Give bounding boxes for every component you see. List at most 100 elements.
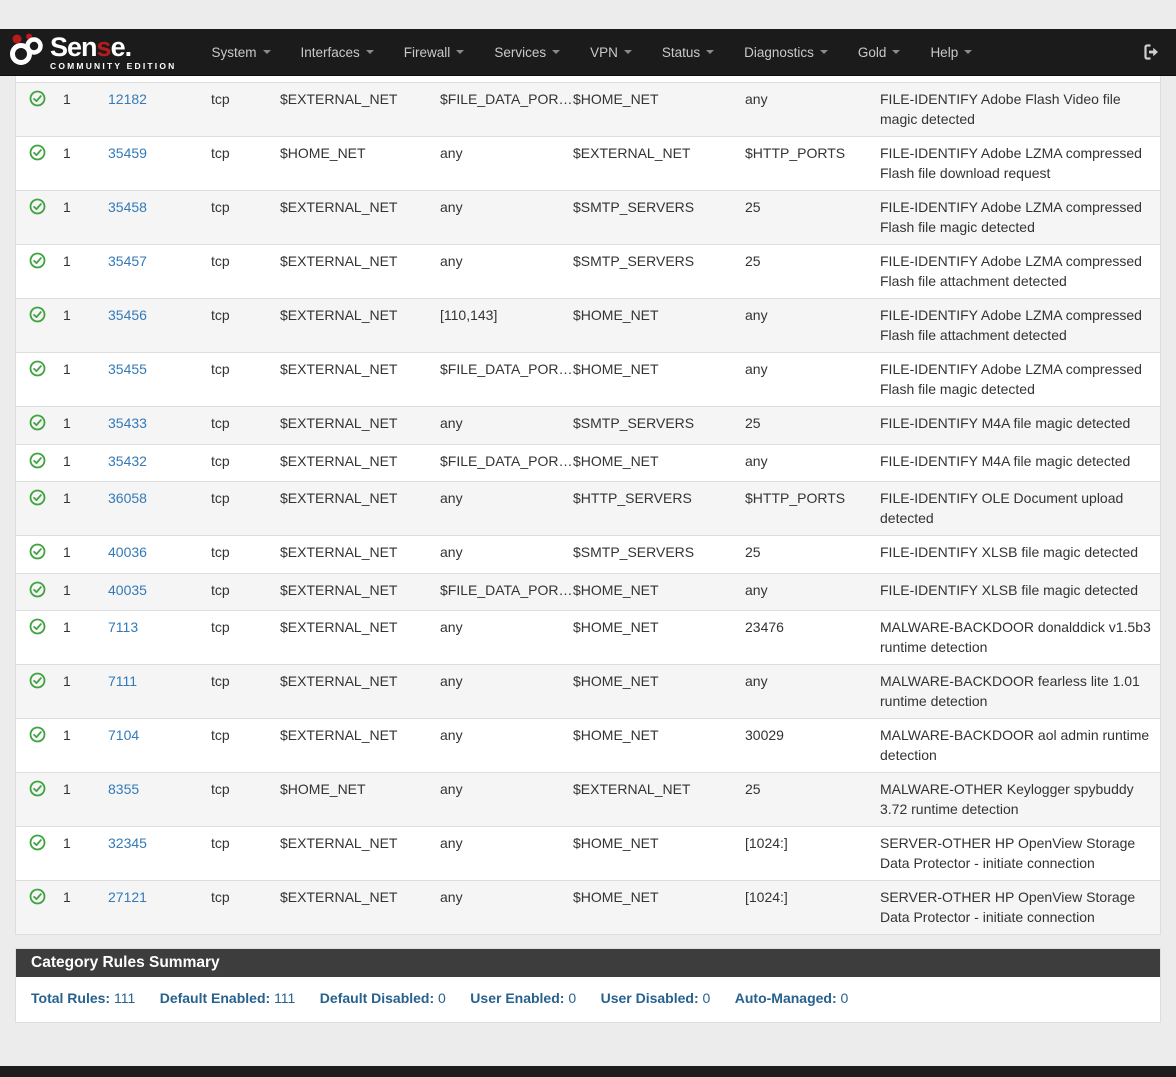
nav-item-status[interactable]: Status xyxy=(647,29,729,75)
chevron-down-icon xyxy=(964,50,972,54)
rule-destination-port: [1024:] xyxy=(745,881,880,935)
rule-source-port: any xyxy=(440,245,573,299)
rule-source: $EXTERNAL_NET xyxy=(280,245,440,299)
rule-enabled-check-circle-icon[interactable] xyxy=(29,672,46,689)
rule-gid: 1 xyxy=(63,719,108,773)
rule-source: $EXTERNAL_NET xyxy=(280,353,440,407)
rule-enabled-check-circle-icon[interactable] xyxy=(29,780,46,797)
rule-enabled-check-circle-icon[interactable] xyxy=(29,144,46,161)
rule-proto: tcp xyxy=(211,536,280,574)
nav-item-firewall[interactable]: Firewall xyxy=(389,29,480,75)
rule-enabled-check-circle-icon[interactable] xyxy=(29,834,46,851)
rule-row: 1 35457 tcp $EXTERNAL_NET any $SMTP_SERV… xyxy=(16,245,1160,299)
rule-gid: 1 xyxy=(63,444,108,482)
rule-row: 1 7113 tcp $EXTERNAL_NET any $HOME_NET 2… xyxy=(16,611,1160,665)
brand-subtitle: COMMUNITY EDITION xyxy=(50,62,177,71)
rule-enabled-check-circle-icon[interactable] xyxy=(29,888,46,905)
chevron-down-icon xyxy=(263,50,271,54)
rule-message: FILE-IDENTIFY M4A file magic detected xyxy=(880,444,1160,482)
nav-menu: System Interfaces Firewall Services VPN … xyxy=(197,29,988,75)
rule-destination: $SMTP_SERVERS xyxy=(573,407,745,445)
rule-sid-link[interactable]: 35456 xyxy=(108,307,147,323)
rule-proto: tcp xyxy=(211,881,280,935)
rule-sid-link[interactable]: 7113 xyxy=(108,619,138,635)
nav-item-gold[interactable]: Gold xyxy=(843,29,916,75)
rule-source: $EXTERNAL_NET xyxy=(280,665,440,719)
rule-source-port: any xyxy=(440,881,573,935)
rule-enabled-check-circle-icon[interactable] xyxy=(29,306,46,323)
rule-destination-port: 25 xyxy=(745,773,880,827)
rule-destination: $EXTERNAL_NET xyxy=(573,137,745,191)
rule-source: $EXTERNAL_NET xyxy=(280,299,440,353)
rule-enabled-check-circle-icon[interactable] xyxy=(29,360,46,377)
chevron-down-icon xyxy=(456,50,464,54)
chevron-down-icon xyxy=(706,50,714,54)
rule-enabled-check-circle-icon[interactable] xyxy=(29,618,46,635)
rule-destination-port: 23476 xyxy=(745,611,880,665)
rule-enabled-check-circle-icon[interactable] xyxy=(29,489,46,506)
nav-item-diagnostics[interactable]: Diagnostics xyxy=(729,29,843,75)
rule-enabled-check-circle-icon[interactable] xyxy=(29,252,46,269)
rule-source: $EXTERNAL_NET xyxy=(280,827,440,881)
rule-sid-link[interactable]: 7104 xyxy=(108,727,139,743)
rule-sid-link[interactable]: 35458 xyxy=(108,199,147,215)
rule-gid: 1 xyxy=(63,83,108,137)
rule-enabled-check-circle-icon[interactable] xyxy=(29,726,46,743)
rule-proto: tcp xyxy=(211,719,280,773)
rule-source-port: any xyxy=(440,137,573,191)
rule-sid-link[interactable]: 32345 xyxy=(108,835,147,851)
rule-source: $EXTERNAL_NET xyxy=(280,881,440,935)
rule-destination: $HOME_NET xyxy=(573,665,745,719)
rule-source: $EXTERNAL_NET xyxy=(280,444,440,482)
rule-sid-link[interactable]: 40035 xyxy=(108,582,147,598)
rule-gid: 1 xyxy=(63,611,108,665)
rule-sid-link[interactable]: 12182 xyxy=(108,91,147,107)
rule-destination-port: any xyxy=(745,444,880,482)
rule-gid: 1 xyxy=(63,573,108,611)
rule-sid-link[interactable]: 7111 xyxy=(108,673,137,689)
rule-enabled-check-circle-icon[interactable] xyxy=(29,414,46,431)
rule-sid-link[interactable]: 35459 xyxy=(108,145,147,161)
rule-enabled-check-circle-icon[interactable] xyxy=(29,90,46,107)
rule-sid-link[interactable]: 35457 xyxy=(108,253,147,269)
rule-sid-link[interactable]: 35433 xyxy=(108,415,147,431)
rule-destination-port: any xyxy=(745,573,880,611)
nav-item-system[interactable]: System xyxy=(197,29,286,75)
rule-proto: tcp xyxy=(211,665,280,719)
nav-item-services[interactable]: Services xyxy=(479,29,575,75)
rule-sid-link[interactable]: 40036 xyxy=(108,544,147,560)
nav-item-interfaces[interactable]: Interfaces xyxy=(286,29,389,75)
rule-sid-link[interactable]: 35432 xyxy=(108,453,147,469)
rule-sid-link[interactable]: 35455 xyxy=(108,361,147,377)
rule-source-port: any xyxy=(440,719,573,773)
rule-enabled-check-circle-icon[interactable] xyxy=(29,452,46,469)
rule-source-port: $FILE_DATA_POR… xyxy=(440,573,573,611)
rule-destination: $HOME_NET xyxy=(573,444,745,482)
rule-sid-link[interactable]: 27121 xyxy=(108,889,147,905)
category-rules-table: 1 tcp $EXTERNAL_NET $FILE_DATA_POR… $HOM… xyxy=(16,29,1160,934)
rule-sid-link[interactable]: 36058 xyxy=(108,490,147,506)
rule-gid: 1 xyxy=(63,827,108,881)
rule-source: $EXTERNAL_NET xyxy=(280,573,440,611)
rule-row: 1 35433 tcp $EXTERNAL_NET any $SMTP_SERV… xyxy=(16,407,1160,445)
chevron-down-icon xyxy=(820,50,828,54)
summary-default-enabled: Default Enabled: 111 xyxy=(160,990,296,1006)
nav-item-vpn[interactable]: VPN xyxy=(575,29,647,75)
rules-table-body: 1 tcp $EXTERNAL_NET $FILE_DATA_POR… $HOM… xyxy=(16,29,1160,934)
rule-gid: 1 xyxy=(63,137,108,191)
rule-message: SERVER-OTHER HP OpenView StorageData Pro… xyxy=(880,881,1160,935)
summary-user-disabled: User Disabled: 0 xyxy=(601,990,711,1006)
nav-item-help[interactable]: Help xyxy=(915,29,987,75)
rule-sid-link[interactable]: 8355 xyxy=(108,781,139,797)
rule-row: 1 35432 tcp $EXTERNAL_NET $FILE_DATA_POR… xyxy=(16,444,1160,482)
pfsense-logo[interactable]: Sense. COMMUNITY EDITION xyxy=(8,31,177,74)
rule-proto: tcp xyxy=(211,611,280,665)
rule-source: $EXTERNAL_NET xyxy=(280,83,440,137)
rule-enabled-check-circle-icon[interactable] xyxy=(29,581,46,598)
rule-enabled-check-circle-icon[interactable] xyxy=(29,543,46,560)
rule-message: FILE-IDENTIFY Adobe LZMA compressedFlash… xyxy=(880,299,1160,353)
sign-out-icon[interactable] xyxy=(1140,42,1160,62)
category-rules-summary-panel: Category Rules Summary Total Rules: 111 … xyxy=(15,948,1161,1023)
rule-row: 1 40036 tcp $EXTERNAL_NET any $SMTP_SERV… xyxy=(16,536,1160,574)
rule-enabled-check-circle-icon[interactable] xyxy=(29,198,46,215)
